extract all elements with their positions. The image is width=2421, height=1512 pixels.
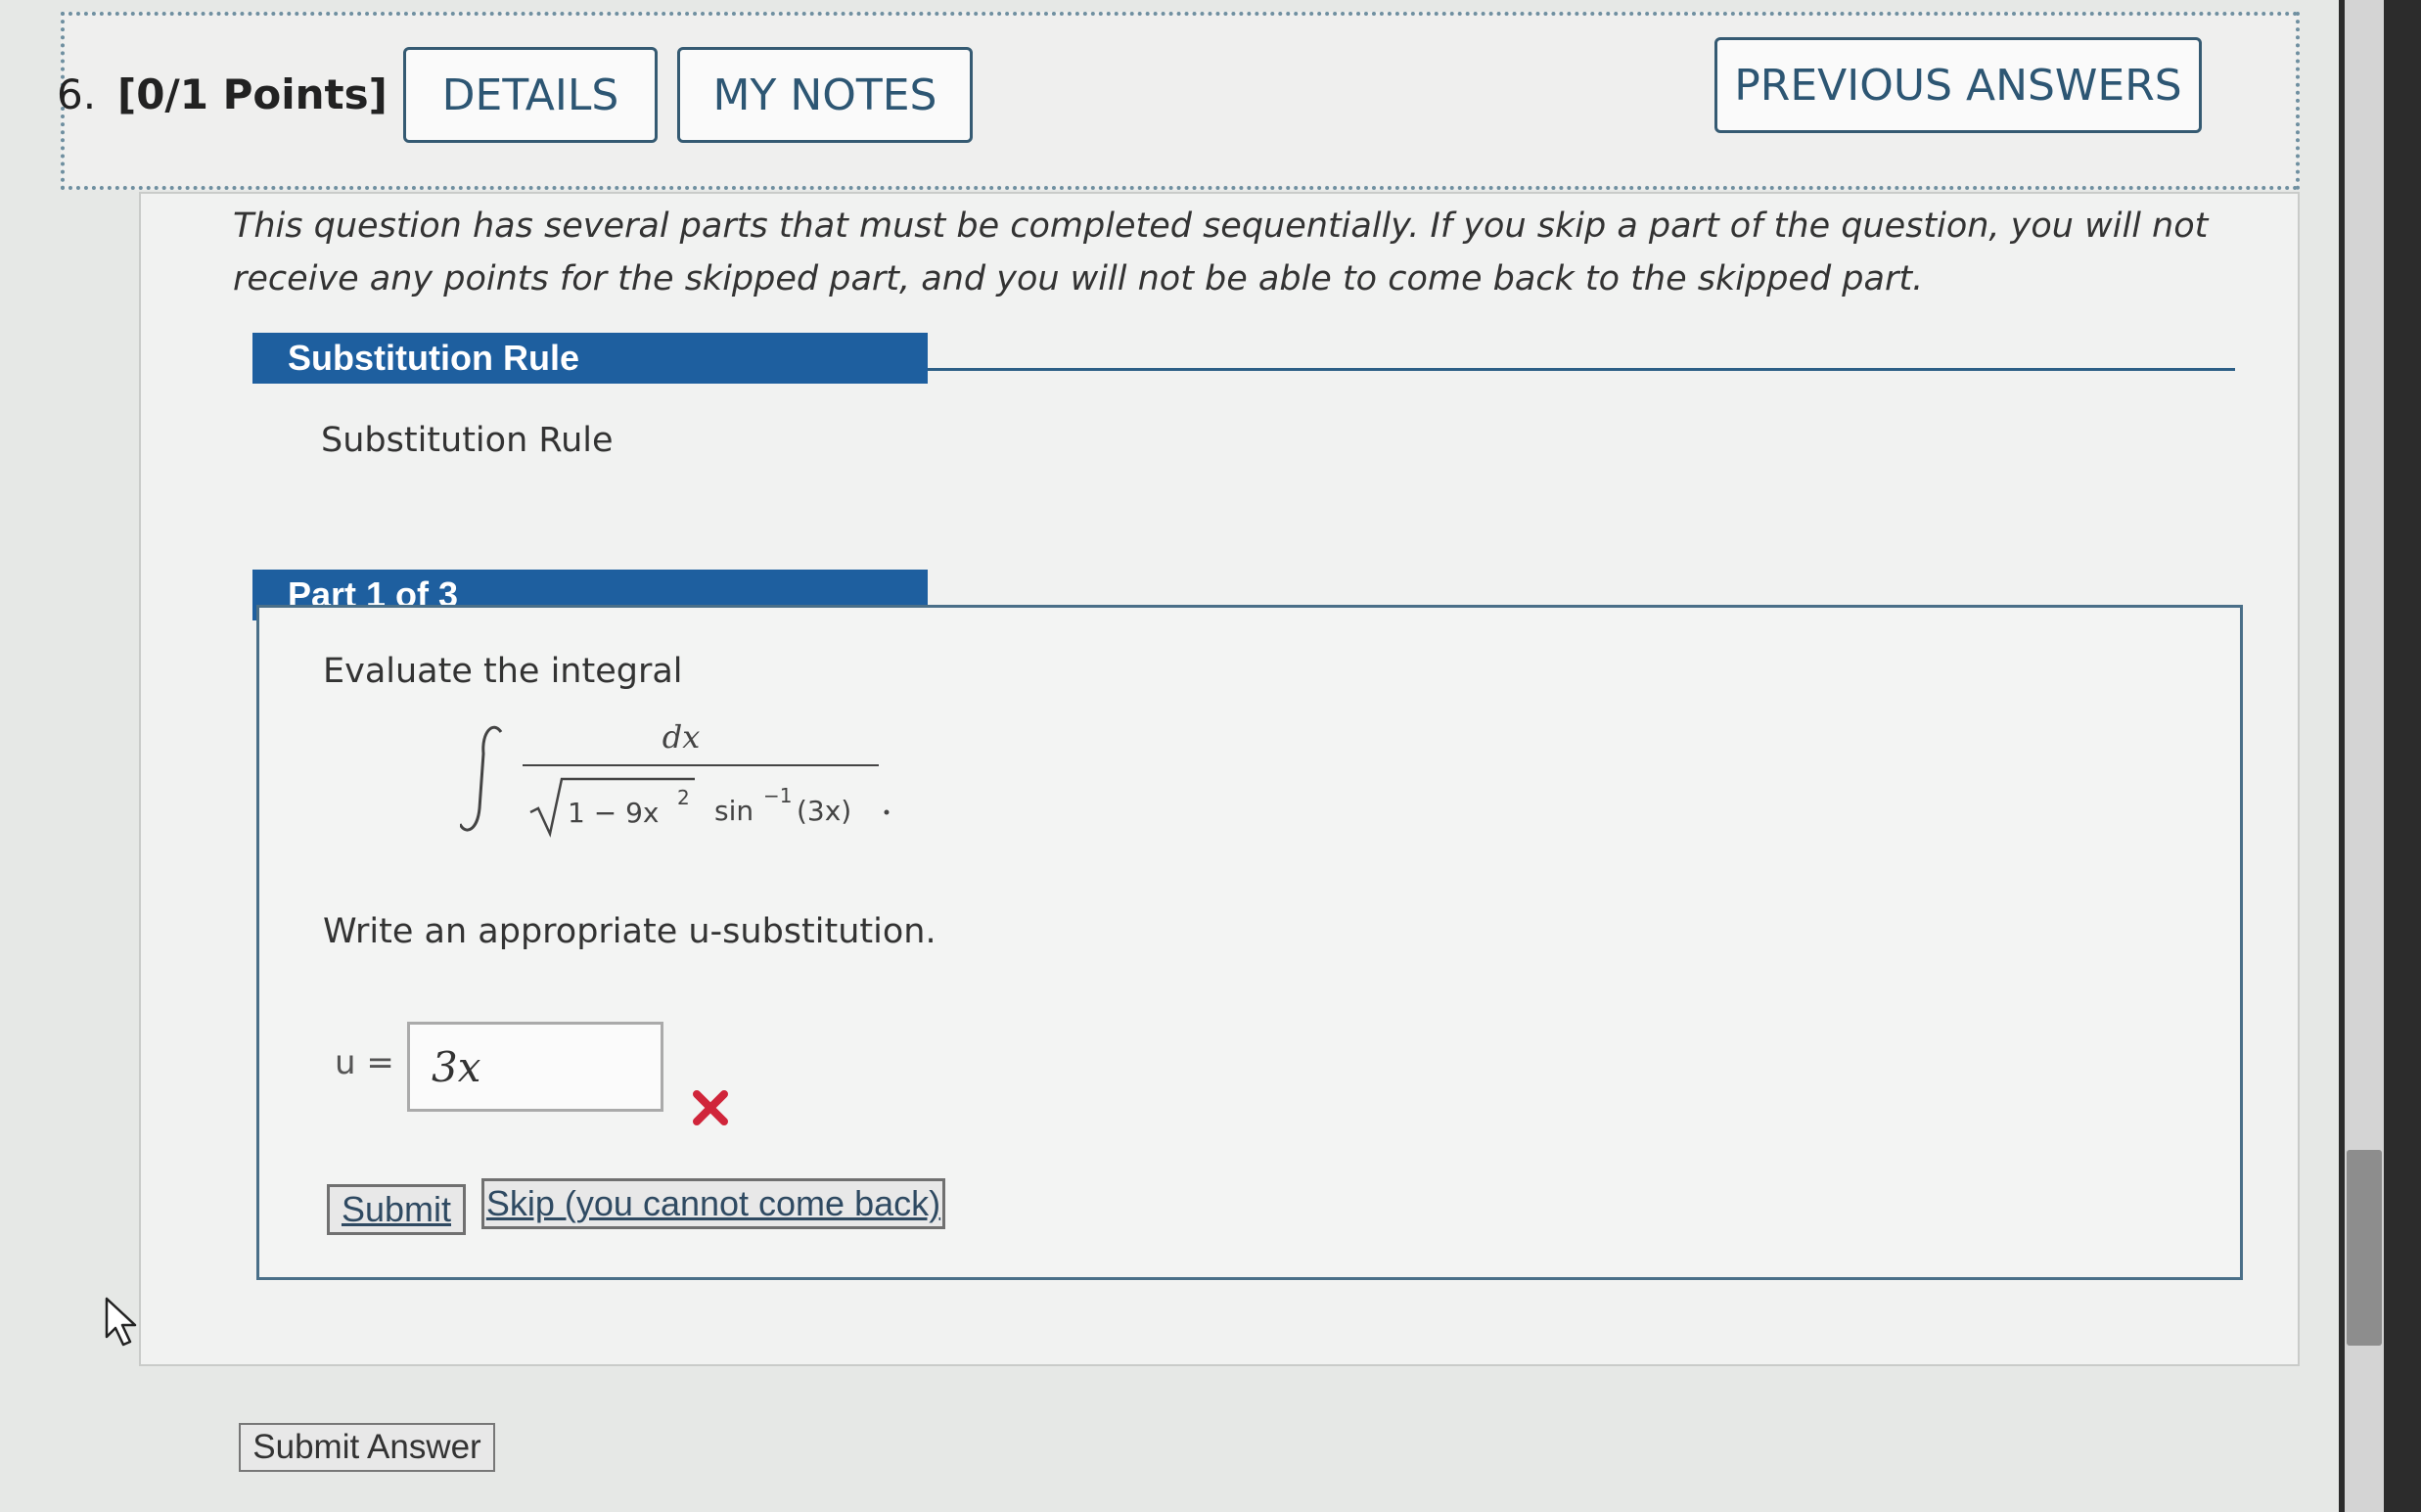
submit-answer-button[interactable]: Submit Answer — [239, 1423, 495, 1472]
details-button[interactable]: DETAILS — [403, 47, 658, 143]
answer-input[interactable]: 3x — [407, 1022, 663, 1112]
question-points: [0/1 Points] — [117, 70, 388, 118]
section-divider — [928, 368, 2235, 371]
inverse-exponent: −1 — [763, 784, 792, 807]
function-argument: (3x) — [797, 795, 851, 827]
submit-button[interactable]: Submit — [327, 1184, 466, 1235]
answer-label: u = — [335, 1043, 394, 1082]
integral-expression: dx 1 − 9x 2 sin −1 (3x) — [460, 718, 890, 838]
mouse-cursor-icon — [105, 1297, 137, 1347]
section-title: Substitution Rule — [252, 333, 928, 384]
integral-sign-icon — [460, 725, 503, 832]
my-notes-button[interactable]: MY NOTES — [677, 47, 973, 143]
instruction-text: Write an appropriate u-substitution. — [323, 912, 936, 951]
scrollbar-thumb[interactable] — [2347, 1150, 2382, 1346]
function-name: sin — [714, 795, 754, 827]
question-number: 6. — [57, 70, 97, 118]
previous-answers-button[interactable]: PREVIOUS ANSWERS — [1714, 37, 2202, 133]
section-body: Substitution Rule — [321, 421, 614, 460]
intro-text: This question has several parts that mus… — [233, 206, 2209, 298]
prompt-text: Evaluate the integral — [323, 652, 683, 691]
trailing-period — [884, 809, 890, 815]
incorrect-x-icon — [693, 1090, 728, 1125]
skip-button[interactable]: Skip (you cannot come back) — [481, 1178, 945, 1229]
radicand-exponent: 2 — [677, 786, 690, 809]
radicand-text: 1 − 9x — [568, 797, 659, 829]
integral-numerator: dx — [662, 718, 701, 756]
